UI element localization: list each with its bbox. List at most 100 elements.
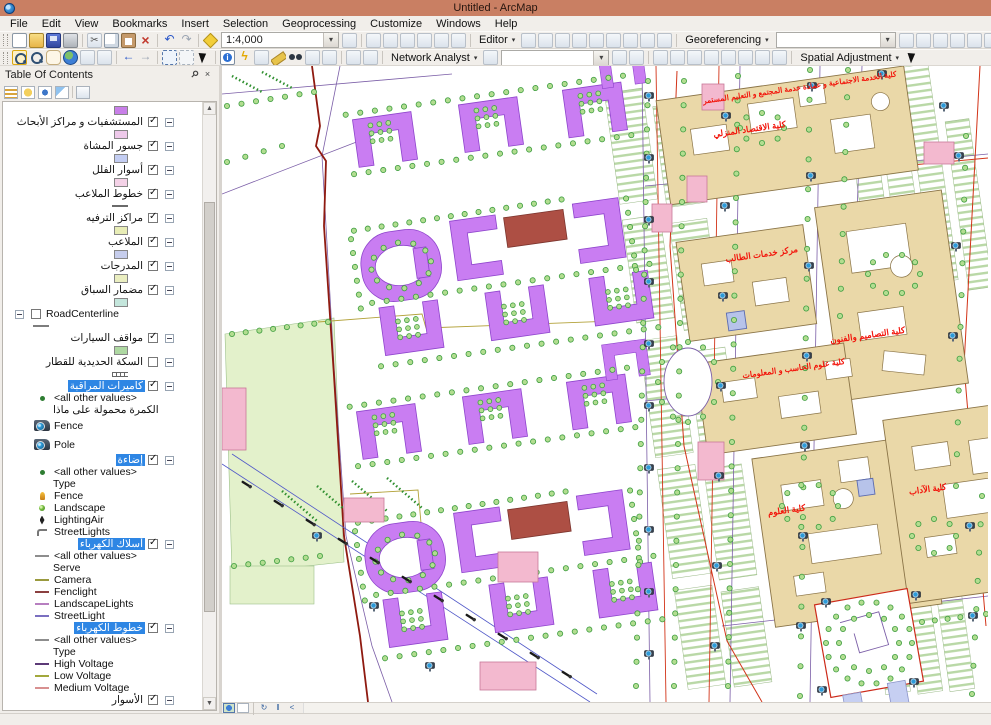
identify-icon[interactable] xyxy=(220,50,235,65)
clear-selection-icon[interactable] xyxy=(179,50,194,65)
cut-icon[interactable] xyxy=(87,33,102,48)
layer-visibility-checkbox[interactable] xyxy=(148,455,158,465)
layout-view-icon[interactable] xyxy=(237,703,249,713)
menu-selection[interactable]: Selection xyxy=(216,18,275,30)
collapse-icon[interactable] xyxy=(15,310,24,319)
link-table-icon[interactable] xyxy=(967,33,982,48)
layer-visibility-checkbox[interactable] xyxy=(148,237,158,247)
layer-visibility-checkbox[interactable] xyxy=(148,189,158,199)
legend-label[interactable]: LightingAir xyxy=(54,514,104,526)
collapse-icon[interactable] xyxy=(165,190,174,199)
fixed-zoom-in-icon[interactable] xyxy=(80,50,95,65)
collapse-icon[interactable] xyxy=(165,358,174,367)
collapse-icon[interactable] xyxy=(165,286,174,295)
layer-name[interactable]: الأسوار xyxy=(110,694,145,706)
print-icon[interactable] xyxy=(63,33,78,48)
select-features-icon[interactable] xyxy=(162,50,177,65)
legend-label[interactable]: Fence xyxy=(54,490,83,502)
fit-to-display-icon[interactable] xyxy=(933,33,948,48)
rotate-raster-icon[interactable] xyxy=(899,33,914,48)
layer-visibility-checkbox[interactable] xyxy=(148,381,158,391)
legend-label[interactable]: Serve xyxy=(53,562,80,574)
legend-label[interactable]: High Voltage xyxy=(54,658,114,670)
layer-name[interactable]: كاميرات المراقبة xyxy=(68,380,145,392)
layer-symbol-swatch[interactable] xyxy=(114,130,128,139)
spatial-adjustment-dropdown[interactable]: Spatial Adjustment▾ xyxy=(796,52,903,64)
layer-name[interactable]: مواقف السيارات xyxy=(69,332,146,344)
layer-visibility-checkbox[interactable] xyxy=(148,333,158,343)
menu-customize[interactable]: Customize xyxy=(363,18,429,30)
reshape-edge-icon[interactable] xyxy=(687,50,702,65)
find-route-icon[interactable] xyxy=(305,50,320,65)
layer-name[interactable]: خطوط الملاعب xyxy=(73,188,145,200)
layer-visibility-checkbox[interactable] xyxy=(148,285,158,295)
attributes-icon[interactable] xyxy=(589,33,604,48)
legend-label[interactable]: Type xyxy=(53,646,76,658)
legend-label[interactable]: Camera xyxy=(54,574,91,586)
error-inspector-icon[interactable] xyxy=(772,50,787,65)
catalog-icon[interactable] xyxy=(383,33,398,48)
smooth-icon[interactable] xyxy=(738,50,753,65)
layer-visibility-checkbox[interactable] xyxy=(148,141,158,151)
georeferencing-dropdown[interactable]: Georeferencing▾ xyxy=(681,34,772,46)
modify-edge-icon[interactable] xyxy=(670,50,685,65)
menu-insert[interactable]: Insert xyxy=(174,18,216,30)
legend-label[interactable]: الكمرة محمولة على ماذا xyxy=(53,404,159,416)
layer-name[interactable]: السكة الحديدية للقطار xyxy=(44,356,145,368)
layer-name[interactable]: خطوط الكهرباء xyxy=(74,622,145,634)
network-analyst-dropdown[interactable]: Network Analyst▾ xyxy=(387,52,481,64)
topology-edit-icon[interactable] xyxy=(653,50,668,65)
build-network-icon[interactable] xyxy=(612,50,627,65)
go-to-xy-icon[interactable] xyxy=(322,50,337,65)
find-icon[interactable] xyxy=(288,50,303,65)
scrollbar-thumb[interactable] xyxy=(204,202,215,612)
sketch-properties-icon[interactable] xyxy=(606,33,621,48)
layer-symbol-swatch[interactable] xyxy=(114,298,128,307)
zoom-in-icon[interactable] xyxy=(12,50,27,65)
layer-visibility-checkbox[interactable] xyxy=(148,261,158,271)
collapse-icon[interactable] xyxy=(165,540,174,549)
layer-name[interactable]: الملاعب xyxy=(106,236,145,248)
collapse-icon[interactable] xyxy=(165,166,174,175)
time-slider-icon[interactable] xyxy=(346,50,361,65)
python-window-icon[interactable] xyxy=(434,33,449,48)
layer-visibility-checkbox[interactable] xyxy=(148,213,158,223)
collapse-icon[interactable] xyxy=(165,624,174,633)
layer-symbol-swatch[interactable] xyxy=(114,274,128,283)
html-popup-icon[interactable] xyxy=(254,50,269,65)
layer-name[interactable]: المستشفيات و مراكز الأبحاث xyxy=(15,116,145,128)
layer-name[interactable]: أسوار الفلل xyxy=(90,164,145,176)
legend-label[interactable]: Pole xyxy=(54,439,75,451)
map-horizontal-scrollbar[interactable] xyxy=(303,703,991,713)
layer-visibility-checkbox[interactable] xyxy=(148,165,158,175)
viewer-window-icon[interactable] xyxy=(363,50,378,65)
legend-label[interactable]: <all other values> xyxy=(54,466,137,478)
select-elements-icon[interactable] xyxy=(196,50,211,65)
legend-label[interactable]: <all other values> xyxy=(54,550,137,562)
open-icon[interactable] xyxy=(29,33,44,48)
menu-geoprocessing[interactable]: Geoprocessing xyxy=(275,18,363,30)
schematics-icon[interactable] xyxy=(451,33,466,48)
layer-visibility-checkbox[interactable] xyxy=(148,117,158,127)
layer-symbol-swatch[interactable] xyxy=(114,346,128,355)
sketch-pencil-icon[interactable] xyxy=(538,33,553,48)
scroll-up-icon[interactable]: ▲ xyxy=(203,102,216,115)
data-view-icon[interactable] xyxy=(223,703,235,713)
fixed-zoom-out-icon[interactable] xyxy=(97,50,112,65)
layer-name[interactable]: مضمار السباق xyxy=(79,284,145,296)
list-by-drawing-order-icon[interactable] xyxy=(4,86,18,99)
collapse-icon[interactable] xyxy=(165,214,174,223)
network-dataset-combo[interactable] xyxy=(501,50,609,66)
transformation-icon[interactable] xyxy=(984,33,991,48)
delete-icon[interactable] xyxy=(138,33,153,48)
scale-combo[interactable]: 1:4,000 xyxy=(221,32,339,48)
layer-visibility-checkbox[interactable] xyxy=(148,695,158,705)
add-data-icon[interactable] xyxy=(203,33,218,48)
full-extent-icon[interactable] xyxy=(63,50,78,65)
list-by-source-icon[interactable] xyxy=(21,86,35,99)
legend-label[interactable]: Fenclight xyxy=(54,586,97,598)
layer-name[interactable]: إضاءة xyxy=(116,454,145,466)
reshape-icon[interactable] xyxy=(640,33,655,48)
layer-name[interactable]: جسور المشاة xyxy=(81,140,145,152)
menu-bookmarks[interactable]: Bookmarks xyxy=(105,18,174,30)
